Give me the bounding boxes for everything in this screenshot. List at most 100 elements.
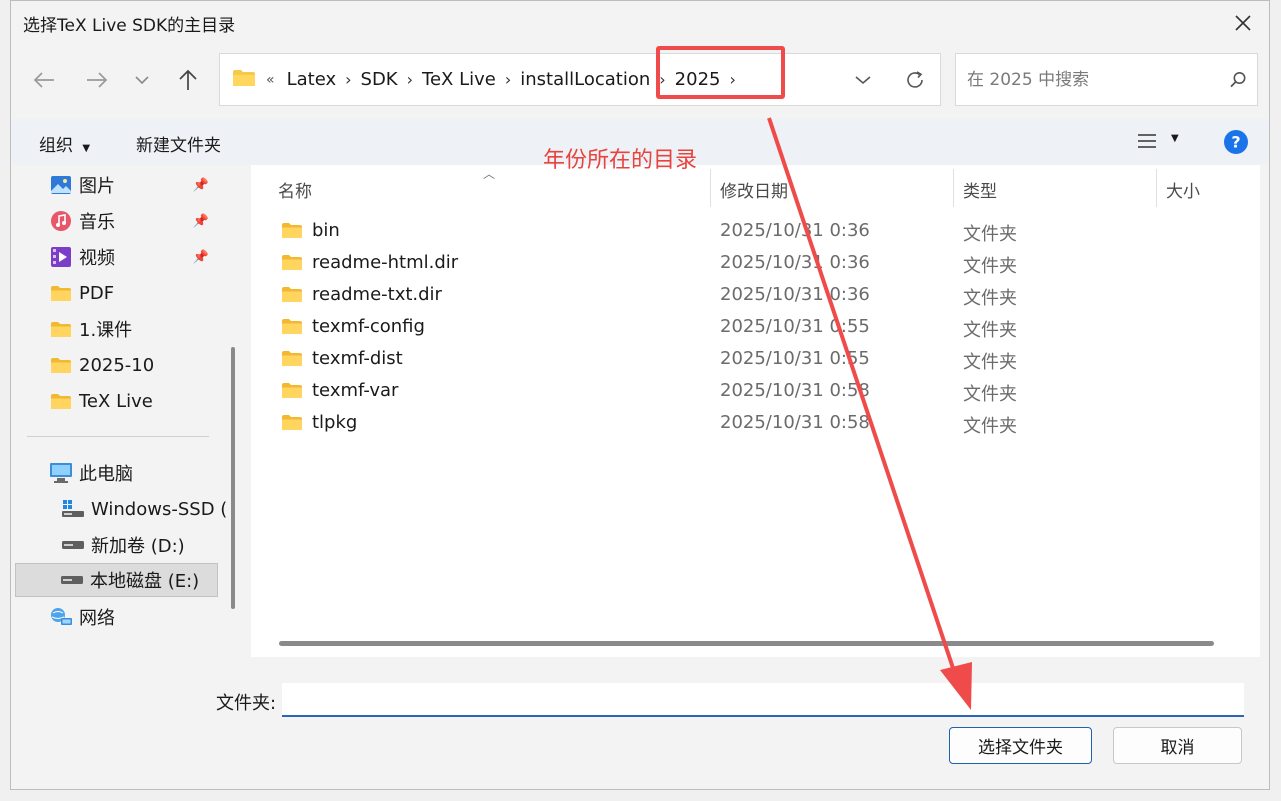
search-box[interactable] [955, 53, 1258, 106]
table-row[interactable]: readme-txt.dir 2025/10/31 0:36 文件夹 [251, 279, 1260, 311]
svg-text:?: ? [1231, 133, 1240, 152]
forward-button[interactable] [84, 67, 110, 93]
select-folder-button[interactable]: 选择文件夹 [949, 727, 1092, 764]
chevron-right-icon[interactable]: › [345, 70, 351, 89]
table-row[interactable]: texmf-var 2025/10/31 0:58 文件夹 [251, 375, 1260, 407]
file-list: ︿ 名称 修改日期 类型 大小 bin 2025/10/31 0:36 文件夹 … [251, 165, 1260, 657]
address-bar[interactable]: « Latex › SDK › TeX Live › installLocati… [219, 53, 941, 106]
music-icon [49, 209, 73, 233]
folder-picker-dialog: 选择TeX Live SDK的主目录 « Latex › SDK › TeX L [10, 0, 1270, 790]
file-date: 2025/10/31 0:58 [720, 412, 870, 433]
folder-icon [49, 281, 73, 305]
sidebar-item-label: PDF [79, 282, 115, 304]
close-button[interactable] [1231, 11, 1255, 35]
organize-menu[interactable]: 组织 ▼ [39, 131, 90, 156]
sidebar-item-drive-d[interactable]: 新加卷 (D:) [61, 528, 185, 562]
folder-icon [281, 350, 303, 367]
file-name: tlpkg [312, 412, 358, 433]
column-header-type[interactable]: 类型 [963, 177, 997, 202]
view-options-button[interactable] [1137, 132, 1157, 155]
help-button[interactable]: ? [1223, 129, 1249, 160]
back-button[interactable] [31, 67, 57, 93]
sidebar-item-label: Windows-SSD ( [91, 498, 228, 520]
organize-label: 组织 [39, 136, 73, 156]
up-button[interactable] [175, 67, 201, 93]
file-type: 文件夹 [963, 224, 1017, 245]
pictures-icon [49, 173, 73, 197]
help-icon: ? [1224, 130, 1248, 154]
new-folder-button[interactable]: 新建文件夹 [136, 131, 221, 156]
sidebar-item-label: 图片 [79, 176, 115, 197]
sidebar-item-windows-ssd[interactable]: Windows-SSD ( [61, 492, 231, 526]
sidebar-item-this-pc[interactable]: 此电脑 [49, 456, 133, 490]
breadcrumb-texlive[interactable]: TeX Live [422, 69, 496, 90]
file-name: bin [312, 220, 340, 241]
sidebar-item-pdf[interactable]: PDF [49, 276, 114, 310]
table-row[interactable]: tlpkg 2025/10/31 0:58 文件夹 [251, 407, 1260, 439]
sidebar-item-label: 2025-10 [79, 354, 155, 376]
file-name: texmf-config [312, 316, 425, 337]
cancel-button[interactable]: 取消 [1113, 727, 1242, 764]
chevron-right-icon[interactable]: › [505, 70, 511, 89]
caret-down-icon[interactable]: ▼ [1171, 133, 1179, 144]
breadcrumb-sdk[interactable]: SDK [361, 69, 398, 90]
column-header-name[interactable]: 名称 [278, 177, 312, 202]
arrow-right-icon [87, 72, 108, 88]
breadcrumb-latex[interactable]: Latex [287, 69, 337, 90]
folder-name-input[interactable] [282, 683, 1244, 717]
file-name: readme-txt.dir [312, 284, 442, 305]
annotation-highlight-box [656, 46, 785, 99]
window-title: 选择TeX Live SDK的主目录 [23, 15, 236, 36]
sidebar-item-label: 网络 [79, 608, 115, 629]
sidebar-item-texlive[interactable]: TeX Live [49, 384, 153, 418]
breadcrumb-overflow[interactable]: « [266, 72, 275, 88]
breadcrumb-installlocation[interactable]: installLocation [520, 69, 650, 90]
sidebar-item-courseware[interactable]: 1.课件 [49, 312, 132, 346]
sidebar-item-label: 音乐 [79, 212, 115, 233]
title-bar: 选择TeX Live SDK的主目录 [11, 1, 1269, 45]
column-header-size[interactable]: 大小 [1166, 177, 1200, 202]
file-list-scrollbar[interactable] [279, 641, 1214, 646]
drive-icon [61, 533, 85, 557]
table-row[interactable]: texmf-config 2025/10/31 0:55 文件夹 [251, 311, 1260, 343]
file-type: 文件夹 [963, 288, 1017, 309]
sidebar-scrollbar[interactable] [231, 347, 235, 609]
search-input[interactable] [965, 68, 1229, 91]
list-view-icon [1138, 134, 1156, 148]
pin-icon: 📌 [192, 249, 209, 265]
videos-icon [49, 245, 73, 269]
table-row[interactable]: bin 2025/10/31 0:36 文件夹 [251, 215, 1260, 247]
sidebar-item-drive-e[interactable]: 本地磁盘 (E:) [15, 563, 218, 597]
close-icon [1235, 15, 1251, 31]
sidebar-item-label: 1.课件 [79, 320, 133, 341]
folder-icon [281, 318, 303, 335]
sidebar-item-music[interactable]: 音乐 📌 [49, 204, 229, 238]
folder-icon [49, 389, 73, 413]
sidebar-item-videos[interactable]: 视频 📌 [49, 240, 229, 274]
chevron-right-icon[interactable]: › [407, 70, 413, 89]
sidebar-item-label: 新加卷 (D:) [91, 536, 185, 557]
recent-locations-button[interactable] [129, 67, 155, 93]
refresh-icon [907, 70, 923, 88]
refresh-button[interactable] [904, 69, 926, 91]
sidebar-item-pictures[interactable]: 图片 📌 [49, 168, 229, 202]
search-icon[interactable] [1229, 71, 1247, 89]
computer-icon [49, 461, 73, 485]
column-header-date[interactable]: 修改日期 [720, 177, 788, 202]
address-history-button[interactable] [854, 75, 872, 85]
sidebar-item-label: 此电脑 [79, 464, 133, 485]
table-row[interactable]: readme-html.dir 2025/10/31 0:36 文件夹 [251, 247, 1260, 279]
table-row[interactable]: texmf-dist 2025/10/31 0:55 文件夹 [251, 343, 1260, 375]
column-separator[interactable] [1156, 169, 1157, 207]
column-separator[interactable] [953, 169, 954, 207]
sidebar-item-label: 视频 [79, 248, 115, 269]
sidebar-item-2025-10[interactable]: 2025-10 [49, 348, 154, 382]
column-separator[interactable] [710, 169, 711, 207]
arrow-left-icon [33, 72, 54, 88]
folder-icon [281, 414, 303, 431]
file-type: 文件夹 [963, 416, 1017, 437]
file-date: 2025/10/31 0:36 [720, 252, 870, 273]
sidebar-item-network[interactable]: 网络 [49, 600, 115, 634]
folder-icon [49, 317, 73, 341]
folder-icon [49, 353, 73, 377]
